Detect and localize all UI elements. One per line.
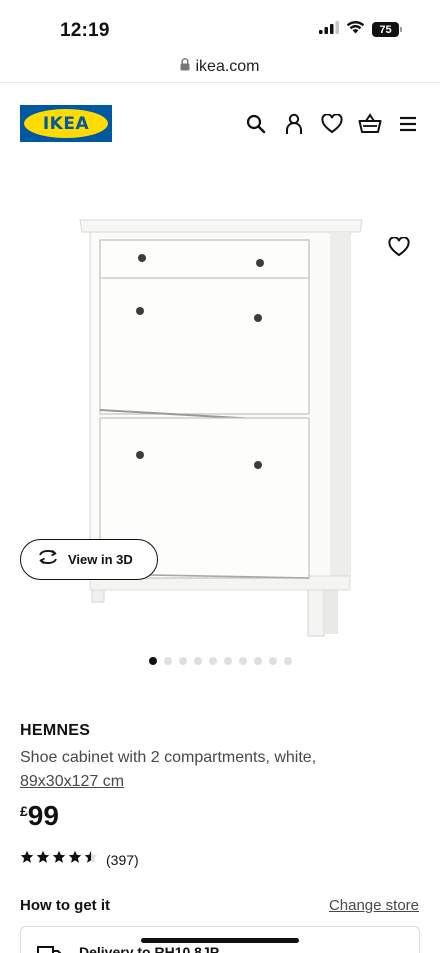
carousel-dot[interactable] (163, 657, 172, 665)
status-icons: 75 (319, 20, 402, 39)
product-wishlist-icon[interactable] (386, 234, 412, 260)
wishlist-icon[interactable] (320, 112, 344, 136)
carousel-dot[interactable] (238, 657, 247, 665)
price-value: 99 (27, 800, 59, 831)
product-description-text: Shoe cabinet with 2 compartments, white, (20, 749, 317, 766)
view-in-3d-label: View in 3D (68, 552, 133, 567)
site-header: IKEA (0, 96, 440, 152)
product-name: HEMNES (20, 722, 91, 739)
signal-icon (319, 20, 339, 39)
basket-icon[interactable] (358, 112, 382, 136)
rotate-3d-icon (37, 549, 59, 570)
battery-level: 75 (372, 22, 399, 37)
carousel-dot[interactable] (193, 657, 202, 665)
carousel-dot[interactable] (208, 657, 217, 665)
star-full-icon (36, 850, 50, 869)
status-bar: 12:19 75 (0, 0, 440, 56)
battery-icon: 75 (372, 22, 402, 37)
product-price: £ 99 (20, 800, 59, 832)
image-carousel-dots[interactable] (0, 657, 440, 665)
review-count: (397) (106, 851, 139, 868)
url-divider (0, 82, 440, 83)
view-in-3d-button[interactable]: View in 3D (20, 539, 158, 580)
logo-text: IKEA (42, 113, 90, 134)
product-description: Shoe cabinet with 2 compartments, white,… (20, 746, 380, 794)
wifi-icon (346, 20, 365, 39)
carousel-dot[interactable] (253, 657, 262, 665)
header-icons (244, 112, 420, 136)
menu-icon[interactable] (396, 112, 420, 136)
change-store-link[interactable]: Change store (329, 897, 419, 914)
rating-stars (20, 850, 98, 869)
star-full-icon (68, 850, 82, 869)
status-time: 12:19 (60, 20, 110, 41)
star-half-icon (84, 850, 98, 869)
product-measurements-link[interactable]: 89x30x127 cm (20, 770, 124, 794)
star-full-icon (20, 850, 34, 869)
truck-icon (37, 945, 63, 953)
ikea-logo[interactable]: IKEA (20, 105, 112, 142)
battery-cap (400, 27, 402, 32)
product-rating[interactable]: (397) (20, 850, 139, 869)
url-bar[interactable]: ikea.com (0, 54, 440, 80)
url-text: ikea.com (195, 58, 260, 75)
carousel-dot[interactable] (148, 657, 157, 665)
delivery-text: Delivery to RH10 8JP (79, 944, 220, 953)
lock-icon (180, 58, 190, 76)
how-to-get-it-heading: How to get it (20, 897, 110, 914)
carousel-dot[interactable] (223, 657, 232, 665)
carousel-dot[interactable] (283, 657, 292, 665)
logo-ellipse: IKEA (24, 109, 108, 138)
home-indicator (141, 938, 299, 943)
carousel-dot[interactable] (268, 657, 277, 665)
product-image[interactable] (72, 208, 372, 648)
carousel-dot[interactable] (178, 657, 187, 665)
star-full-icon (52, 850, 66, 869)
account-icon[interactable] (282, 112, 306, 136)
price-currency: £ (20, 803, 28, 819)
search-icon[interactable] (244, 112, 268, 136)
